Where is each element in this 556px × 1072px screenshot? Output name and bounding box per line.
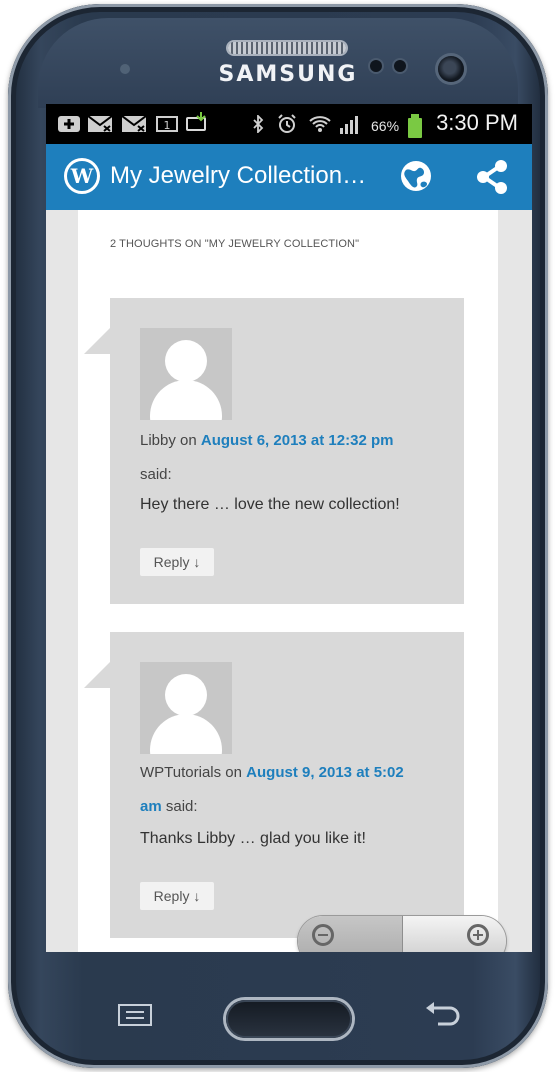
brand-logo: SAMSUNG (218, 62, 358, 87)
reply-button[interactable]: Reply ↓ (140, 882, 214, 910)
earpiece-speaker (228, 42, 346, 54)
battery-icon (408, 114, 422, 138)
email-icon (122, 116, 146, 132)
svg-text:1: 1 (164, 119, 171, 132)
comment-said: said: (165, 798, 198, 815)
comment-author: WPTutorials (140, 764, 222, 781)
comment-date-link[interactable]: August 9, 2013 at 5:02 (246, 764, 404, 781)
zoom-out-button[interactable] (298, 916, 402, 952)
comment-meta: WPTutorials on August 9, 2013 at 5:02 am… (140, 756, 440, 824)
comment-text: Hey there … love the new collection! (140, 496, 400, 513)
zoom-in-button[interactable] (402, 916, 507, 952)
share-icon[interactable] (472, 158, 512, 196)
page-title: My Jewelry Collection… (110, 162, 367, 189)
missed-email-icon (88, 116, 112, 132)
app-bar: W My Jewelry Collection… (46, 144, 532, 210)
comments-section: 2 THOUGHTS ON "MY JEWELRY COLLECTION" Li… (78, 210, 498, 952)
add-notification-icon (58, 116, 80, 132)
comment-on-word: on (225, 764, 242, 781)
zoom-in-icon (467, 924, 489, 946)
wordpress-icon[interactable]: W (64, 158, 100, 194)
comment-card: Libby on August 6, 2013 at 12:32 pm said… (84, 298, 464, 604)
battery-percent: 66% (371, 118, 400, 134)
comment-date-link-cont[interactable]: am (140, 798, 162, 815)
back-key-icon[interactable] (424, 1000, 464, 1028)
home-key[interactable] (226, 1000, 352, 1038)
bluetooth-icon (252, 115, 264, 133)
zoom-controls (298, 916, 506, 952)
comment-card: WPTutorials on August 9, 2013 at 5:02 am… (84, 632, 464, 938)
calendar-icon: 1 (156, 116, 178, 132)
speech-tail (84, 328, 110, 354)
wifi-icon (308, 116, 332, 132)
comment-said: said: (140, 466, 172, 483)
reply-button[interactable]: Reply ↓ (140, 548, 214, 576)
front-camera (438, 56, 464, 82)
menu-key-icon[interactable] (118, 1004, 152, 1026)
globe-icon[interactable] (398, 158, 434, 194)
zoom-out-icon (312, 924, 334, 946)
comment-date-link[interactable]: August 6, 2013 at 12:32 pm (201, 432, 394, 449)
status-bar: 1 66% 3:30 PM (46, 104, 532, 144)
phone-screen: 1 66% 3:30 PM W My Jewelry Collection… 2… (46, 104, 532, 952)
light-sensor (370, 60, 382, 72)
clock: 3:30 PM (436, 110, 518, 135)
proximity-sensor (120, 64, 130, 74)
comments-heading: 2 THOUGHTS ON "MY JEWELRY COLLECTION" (110, 238, 360, 250)
speech-tail (84, 662, 110, 688)
light-sensor-2 (394, 60, 406, 72)
avatar[interactable] (140, 328, 232, 420)
comment-text: Thanks Libby … glad you like it! (140, 830, 366, 847)
alarm-icon (276, 114, 298, 133)
avatar[interactable] (140, 662, 232, 754)
comment-on-word: on (180, 432, 197, 449)
download-icon (196, 110, 206, 126)
signal-icon (340, 116, 368, 134)
comment-meta: Libby on August 6, 2013 at 12:32 pm said… (140, 424, 440, 492)
comment-author: Libby (140, 432, 176, 449)
